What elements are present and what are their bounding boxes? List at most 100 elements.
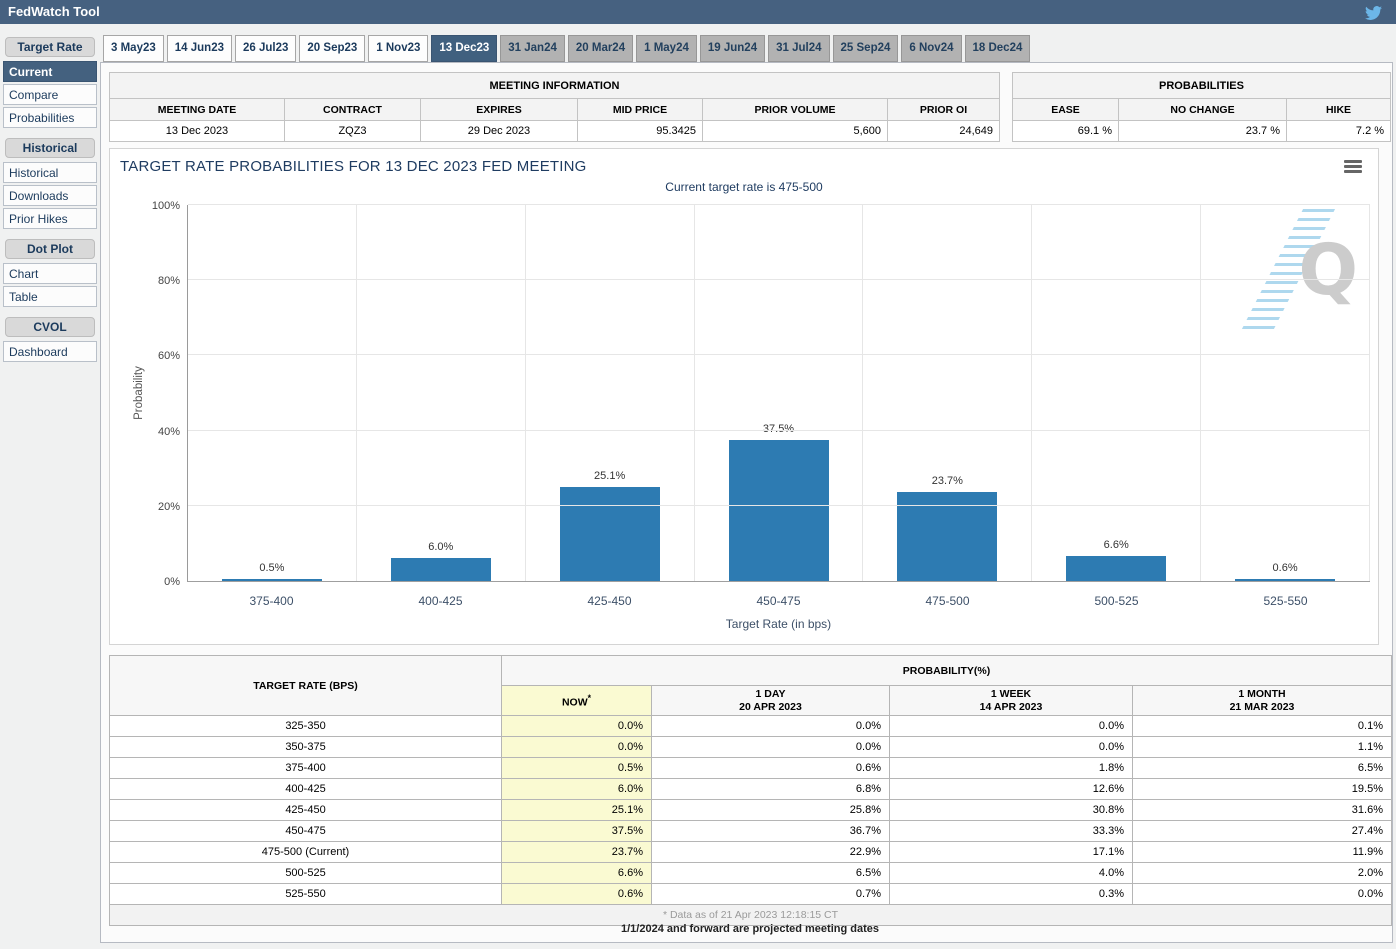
one-week-cell: 0.0%	[890, 716, 1133, 737]
fedwatch-app: FedWatch Tool Target RateCurrentCompareP…	[0, 0, 1396, 949]
tab-1-nov23[interactable]: 1 Nov23	[368, 35, 428, 62]
chart-slot-475-500: 23.7%	[863, 205, 1032, 581]
col-header-ease: EASE	[1013, 99, 1119, 121]
one-week-cell: 4.0%	[890, 863, 1133, 884]
sidebar-section-historical: HistoricalHistoricalDownloadsPrior Hikes	[3, 138, 97, 229]
tab-14-jun23[interactable]: 14 Jun23	[167, 35, 232, 62]
tab-31-jan24[interactable]: 31 Jan24	[500, 35, 565, 62]
probability-detail-table: TARGET RATE (BPS) PROBABILITY(%) NOW* 1 …	[109, 655, 1392, 926]
sidebar-header-dot-plot: Dot Plot	[5, 239, 95, 259]
tab-6-nov24[interactable]: 6 Nov24	[901, 35, 961, 62]
tab-26-jul23[interactable]: 26 Jul23	[235, 35, 296, 62]
value-prior-volume: 5,600	[703, 121, 888, 142]
x-tick-label-400-425: 400-425	[356, 594, 525, 608]
chart-subtitle: Current target rate is 475-500	[110, 180, 1378, 194]
chart-card: TARGET RATE PROBABILITIES FOR 13 DEC 202…	[109, 148, 1379, 645]
value-no-change: 23.7 %	[1119, 121, 1287, 142]
probabilities-summary-table-header-row: EASENO CHANGEHIKE	[1013, 99, 1391, 121]
now-asterisk: *	[588, 693, 591, 703]
one-day-cell: 36.7%	[652, 821, 890, 842]
quikstrike-watermark: Q	[1262, 209, 1358, 335]
rate-cell: 525-550	[110, 884, 502, 905]
app-title: FedWatch Tool	[8, 0, 100, 24]
one-month-cell: 0.1%	[1133, 716, 1392, 737]
target-rate-bps-header: TARGET RATE (BPS)	[110, 656, 502, 716]
now-cell: 6.6%	[502, 863, 652, 884]
one-month-cell: 27.4%	[1133, 821, 1392, 842]
value-prior-oi: 24,649	[888, 121, 1000, 142]
value-meeting-date: 13 Dec 2023	[110, 121, 285, 142]
sidebar-item-historical[interactable]: Historical	[3, 162, 97, 183]
sidebar: Target RateCurrentCompareProbabilitiesHi…	[3, 37, 97, 372]
rate-cell: 325-350	[110, 716, 502, 737]
col-header-no-change: NO CHANGE	[1119, 99, 1287, 121]
bar-450-475[interactable]	[729, 440, 829, 581]
tab-13-dec23[interactable]: 13 Dec23	[431, 35, 497, 62]
now-cell: 6.0%	[502, 779, 652, 800]
sidebar-item-current[interactable]: Current	[3, 61, 97, 82]
rate-cell: 425-450	[110, 800, 502, 821]
tab-18-dec24[interactable]: 18 Dec24	[965, 35, 1031, 62]
probability-table-body: 325-3500.0%0.0%0.0%0.1%350-3750.0%0.0%0.…	[110, 716, 1392, 905]
one-week-cell: 17.1%	[890, 842, 1133, 863]
sidebar-item-compare[interactable]: Compare	[3, 84, 97, 105]
rate-cell: 350-375	[110, 737, 502, 758]
bar-525-550[interactable]	[1235, 579, 1335, 581]
tab-19-jun24[interactable]: 19 Jun24	[700, 35, 765, 62]
sidebar-item-chart[interactable]: Chart	[3, 263, 97, 284]
probability-group-header: PROBABILITY(%)	[502, 656, 1392, 686]
rate-cell: 475-500 (Current)	[110, 842, 502, 863]
one-day-cell: 0.7%	[652, 884, 890, 905]
one-day-cell: 25.8%	[652, 800, 890, 821]
app-header: FedWatch Tool	[0, 0, 1396, 24]
sidebar-item-prior-hikes[interactable]: Prior Hikes	[3, 208, 97, 229]
sidebar-item-downloads[interactable]: Downloads	[3, 185, 97, 206]
one-day-label: 1 DAY	[652, 688, 889, 701]
gridline-100	[188, 204, 1370, 205]
table-row-425-450: 425-45025.1%25.8%30.8%31.6%	[110, 800, 1392, 821]
bar-375-400[interactable]	[222, 579, 322, 581]
gridline-60	[188, 354, 1370, 355]
table-row-475-500-current: 475-500 (Current)23.7%22.9%17.1%11.9%	[110, 842, 1392, 863]
y-tick-label-80: 80%	[108, 275, 180, 287]
y-tick-label-60: 60%	[108, 350, 180, 362]
rate-cell: 500-525	[110, 863, 502, 884]
sidebar-item-probabilities[interactable]: Probabilities	[3, 107, 97, 128]
now-cell: 37.5%	[502, 821, 652, 842]
bar-425-450[interactable]	[560, 487, 660, 581]
one-day-cell: 6.8%	[652, 779, 890, 800]
table-row-500-525: 500-5256.6%6.5%4.0%2.0%	[110, 863, 1392, 884]
table-row-325-350: 325-3500.0%0.0%0.0%0.1%	[110, 716, 1392, 737]
gridline-40	[188, 430, 1370, 431]
tab-1-may24[interactable]: 1 May24	[636, 35, 697, 62]
one-day-cell: 22.9%	[652, 842, 890, 863]
value-ease: 69.1 %	[1013, 121, 1119, 142]
tab-3-may23[interactable]: 3 May23	[103, 35, 164, 62]
sidebar-section-dot-plot: Dot Plot ChartTable	[3, 239, 97, 307]
sidebar-item-dashboard[interactable]: Dashboard	[3, 341, 97, 362]
y-tick-label-0: 0%	[108, 576, 180, 588]
now-cell: 0.5%	[502, 758, 652, 779]
chart-slot-425-450: 25.1%	[526, 205, 695, 581]
tab-20-sep23[interactable]: 20 Sep23	[299, 35, 365, 62]
tab-31-jul24[interactable]: 31 Jul24	[768, 35, 829, 62]
bar-500-525[interactable]	[1066, 556, 1166, 581]
now-cell: 25.1%	[502, 800, 652, 821]
one-month-cell: 31.6%	[1133, 800, 1392, 821]
chart-slot-375-400: 0.5%	[188, 205, 357, 581]
sidebar-item-table[interactable]: Table	[3, 286, 97, 307]
col-header-prior-oi: PRIOR OI	[888, 99, 1000, 121]
projected-dates-note: 1/1/2024 and forward are projected meeti…	[109, 923, 1391, 935]
tab-20-mar24[interactable]: 20 Mar24	[568, 35, 633, 62]
col-header-prior-volume: PRIOR VOLUME	[703, 99, 888, 121]
y-tick-label-100: 100%	[108, 200, 180, 212]
bar-400-425[interactable]	[391, 558, 491, 581]
chart-slot-450-475: 37.5%	[695, 205, 864, 581]
one-day-column-header: 1 DAY 20 APR 2023	[652, 686, 890, 716]
one-month-cell: 1.1%	[1133, 737, 1392, 758]
col-header-meeting-date: MEETING DATE	[110, 99, 285, 121]
twitter-icon[interactable]	[1365, 4, 1382, 21]
gridline-80	[188, 279, 1370, 280]
hamburger-menu-icon[interactable]	[1344, 160, 1362, 175]
tab-25-sep24[interactable]: 25 Sep24	[833, 35, 899, 62]
